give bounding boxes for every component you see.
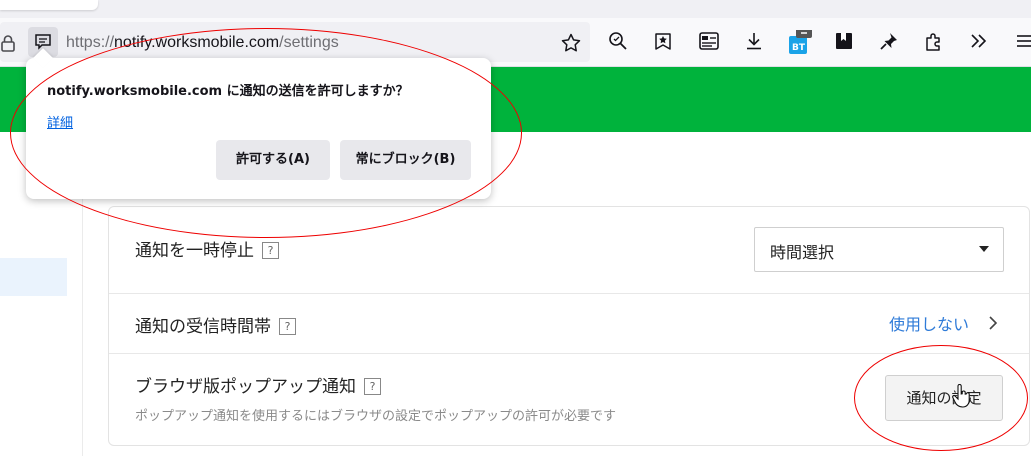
setting-row-pause: 通知を一時停止? 時間選択 [109,207,1029,294]
permission-message: notify.worksmobile.com に通知の送信を許可しますか？ [47,84,409,99]
chevron-right-icon[interactable] [987,314,999,336]
bookmark-star-icon[interactable] [560,32,582,58]
help-icon[interactable]: ? [364,378,381,395]
url-prefix: https:// [66,34,115,51]
notification-permission-popup: notify.worksmobile.com に通知の送信を許可しますか？ 詳細… [26,48,491,199]
browser-popup-label-text: ブラウザ版ポップアップ通知 [135,377,356,397]
zoom-search-icon[interactable] [607,30,629,52]
extensions-puzzle-icon[interactable] [923,30,945,52]
help-icon[interactable]: ? [262,242,279,259]
details-link[interactable]: 詳細 [47,112,73,131]
time-select-dropdown[interactable]: 時間選択 [754,227,1004,272]
url-text[interactable]: https://notify.worksmobile.com/settings [66,34,339,52]
hand-cursor-icon [952,383,972,412]
caret-down-icon [979,246,989,252]
time-select-value: 時間選択 [770,243,835,262]
reader-icon[interactable] [698,30,720,52]
menu-icon[interactable] [1014,30,1031,52]
svg-text:BT: BT [792,43,806,53]
notification-settings-button[interactable]: 通知の設定 [885,375,1003,421]
allow-button[interactable]: 許可する(A) [216,140,330,180]
always-block-button[interactable]: 常にブロック(B) [340,140,471,180]
url-bar[interactable]: https://notify.worksmobile.com/settings [0,22,590,62]
lock-icon[interactable] [0,34,16,52]
active-tab-edge[interactable] [0,0,98,10]
saved-pages-icon[interactable] [652,30,674,52]
setting-row-receive-hours: 通知の受信時間帯? 使用しない [109,293,1029,354]
receive-hours-label-text: 通知の受信時間帯 [135,317,271,337]
settings-card: 通知を一時停止? 時間選択 通知の受信時間帯? 使用しない ブラウザ版ポップアッ… [108,206,1030,446]
tab-strip [0,0,1031,18]
setting-row-browser-popup: ブラウザ版ポップアップ通知? ポップアップ通知を使用するにはブラウザの設定でポッ… [109,354,1029,445]
setting-label: ブラウザ版ポップアップ通知? [135,372,381,397]
bookmark-dark-icon[interactable] [833,30,855,52]
help-icon[interactable]: ? [279,318,296,335]
setting-label: 通知の受信時間帯? [135,312,296,337]
overflow-chevrons-icon[interactable] [968,30,990,52]
sidebar-selected-item[interactable] [0,258,67,296]
download-icon[interactable] [743,30,765,52]
pin-icon[interactable] [878,30,900,52]
extension-bt-icon[interactable]: BT [788,30,812,54]
receive-hours-link[interactable]: 使用しない [889,311,969,335]
setting-label: 通知を一時停止? [135,236,279,261]
url-path: /settings [279,34,339,51]
setting-description: ポップアップ通知を使用するにはブラウザの設定でポップアップの許可が必要です [135,409,617,424]
url-host: notify.worksmobile.com [114,34,280,51]
pause-label-text: 通知を一時停止 [135,241,254,261]
